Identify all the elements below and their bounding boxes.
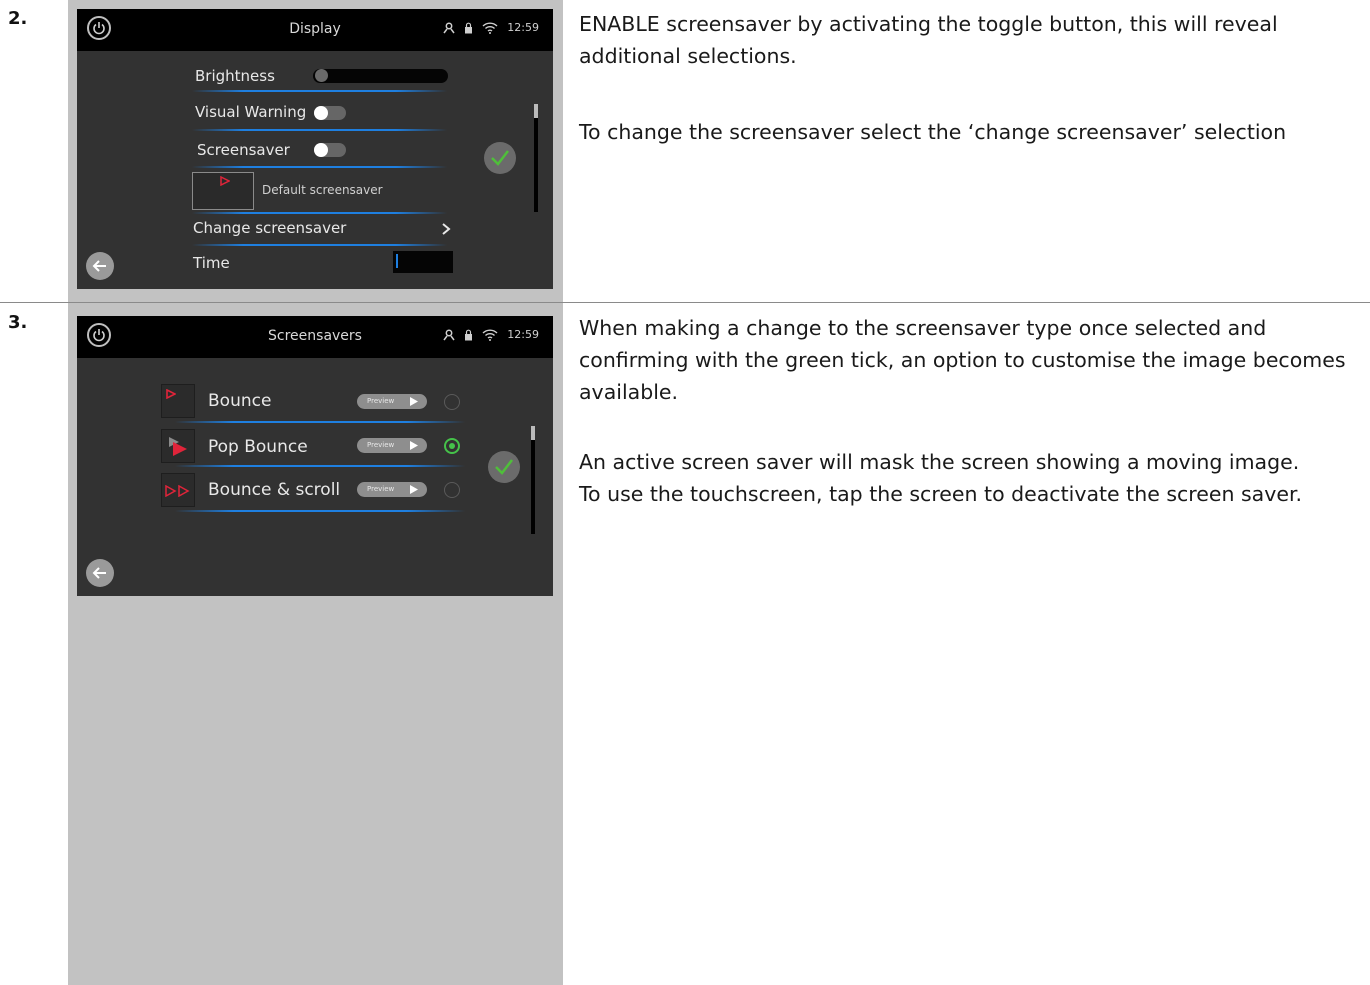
play-icon — [410, 441, 418, 450]
bounce-logo-icon — [220, 176, 230, 186]
radio-button[interactable] — [444, 394, 460, 410]
arrow-left-icon — [92, 567, 106, 579]
row-underline — [175, 510, 465, 512]
back-button[interactable] — [86, 252, 114, 280]
radio-button-selected[interactable] — [444, 438, 460, 454]
check-icon — [495, 459, 513, 475]
screensaver-toggle[interactable] — [314, 143, 346, 157]
clock: 12:59 — [507, 328, 539, 341]
status-bar: Display 12:59 — [77, 9, 553, 51]
step-number: 3. — [8, 312, 28, 333]
description-paragraph: When making a change to the screensaver … — [579, 316, 1346, 404]
change-screensaver-item[interactable]: Change screensaver — [193, 219, 346, 237]
default-screensaver-label: Default screensaver — [262, 183, 383, 197]
play-icon — [410, 485, 418, 494]
row-underline — [175, 421, 465, 423]
scrollbar-thumb[interactable] — [531, 426, 535, 440]
chevron-right-icon[interactable] — [441, 222, 451, 236]
user-icon — [443, 22, 455, 33]
pop-bounce-thumbnail — [161, 429, 195, 463]
row-underline — [192, 129, 447, 131]
confirm-check-button[interactable] — [488, 451, 520, 483]
screensaver-option-label[interactable]: Bounce — [208, 391, 271, 411]
description-paragraph: An active screen saver will mask the scr… — [579, 450, 1300, 474]
check-icon — [491, 150, 509, 166]
row-underline — [192, 212, 447, 214]
brightness-label: Brightness — [195, 67, 275, 85]
lock-icon — [465, 22, 473, 33]
scrollbar[interactable] — [531, 426, 535, 534]
preview-button[interactable]: Preview — [357, 438, 427, 453]
wifi-icon — [482, 328, 498, 341]
screensaver-label: Screensaver — [197, 141, 290, 159]
bounce-scroll-logo-icon — [165, 485, 190, 497]
play-icon — [410, 397, 418, 406]
row-underline — [175, 465, 465, 467]
step-number: 2. — [8, 8, 28, 29]
step-description: When making a change to the screensaver … — [579, 312, 1364, 510]
description-paragraph: To use the touchscreen, tap the screen t… — [579, 482, 1303, 506]
preview-label: Preview — [367, 397, 395, 405]
display-settings-screen: Display 12:59 Brightness Visual Warning … — [77, 9, 553, 289]
status-icons: 12:59 — [443, 21, 539, 34]
screensaver-option-label[interactable]: Bounce & scroll — [208, 480, 340, 500]
brightness-slider-handle[interactable] — [315, 69, 328, 82]
row-underline — [192, 166, 447, 168]
row-underline — [192, 244, 447, 246]
preview-label: Preview — [367, 485, 395, 493]
preview-label: Preview — [367, 441, 395, 449]
bounce-scroll-thumbnail — [161, 473, 195, 507]
user-icon — [443, 329, 455, 340]
lock-icon — [465, 329, 473, 340]
screensavers-screen: Screensavers 12:59 Bounce Preview Pop Bo… — [77, 316, 553, 596]
text-cursor — [396, 254, 398, 268]
clock: 12:59 — [507, 21, 539, 34]
radio-dot — [449, 443, 455, 449]
toggle-knob — [314, 143, 328, 157]
toggle-knob — [314, 106, 328, 120]
brightness-slider[interactable] — [313, 69, 448, 83]
step-description: ENABLE screensaver by activating the tog… — [579, 8, 1359, 148]
default-screensaver-thumbnail[interactable] — [192, 172, 254, 210]
bounce-thumbnail — [161, 384, 195, 418]
confirm-check-button[interactable] — [484, 142, 516, 174]
wifi-icon — [482, 21, 498, 34]
row-underline — [192, 90, 447, 92]
visual-warning-toggle[interactable] — [314, 106, 346, 120]
preview-button[interactable]: Preview — [357, 482, 427, 497]
status-icons: 12:59 — [443, 328, 539, 341]
radio-button[interactable] — [444, 482, 460, 498]
back-button[interactable] — [86, 559, 114, 587]
arrow-left-icon — [92, 260, 106, 272]
time-input[interactable] — [393, 251, 453, 273]
row-divider — [0, 302, 1370, 303]
description-paragraph: ENABLE screensaver by activating the tog… — [579, 12, 1278, 68]
pop-bounce-logo-icon — [169, 437, 187, 456]
visual-warning-label: Visual Warning — [195, 103, 307, 121]
time-label: Time — [193, 254, 230, 272]
description-paragraph: To change the screensaver select the ‘ch… — [579, 120, 1287, 144]
scrollbar[interactable] — [534, 104, 538, 212]
preview-button[interactable]: Preview — [357, 394, 427, 409]
scrollbar-thumb[interactable] — [534, 104, 538, 118]
status-bar: Screensavers 12:59 — [77, 316, 553, 358]
bounce-logo-icon — [166, 389, 176, 399]
screensaver-option-label[interactable]: Pop Bounce — [208, 437, 308, 457]
